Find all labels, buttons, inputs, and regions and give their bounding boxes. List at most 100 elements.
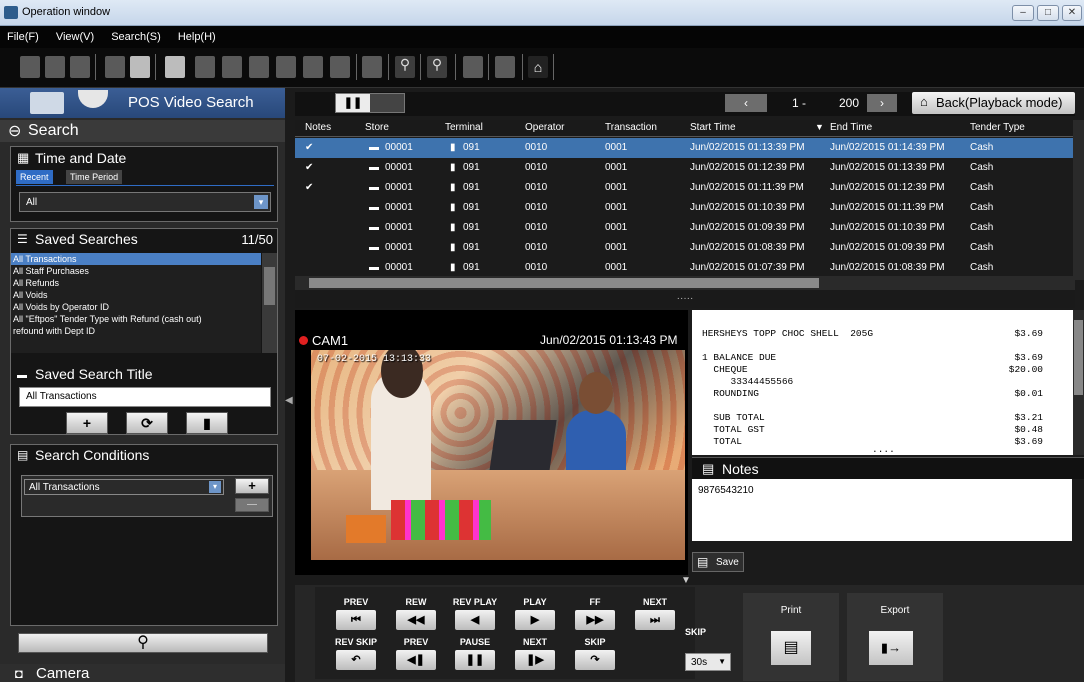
saved-search-title-input[interactable]: All Transactions (19, 387, 271, 407)
menu-file[interactable]: File(F) (0, 26, 46, 48)
tab-time-period[interactable]: Time Period (66, 170, 123, 184)
tab-recent[interactable]: Recent (16, 170, 53, 184)
minimize-button[interactable]: – (1012, 5, 1034, 21)
export-button[interactable]: ▮→ (869, 631, 913, 665)
ff-button[interactable]: ▶▶ (575, 610, 615, 630)
list-item[interactable]: All Voids by Operator ID (11, 301, 261, 313)
save-button[interactable]: ▤ Save (692, 552, 744, 572)
status-icon[interactable] (495, 56, 515, 78)
layout-full-icon[interactable] (165, 56, 185, 78)
pause-toggle[interactable]: ❚❚ (335, 93, 405, 113)
layout-grid4-icon[interactable] (195, 56, 215, 78)
list-scrollbar[interactable] (262, 253, 277, 353)
prev-frame-button[interactable]: ◀❚ (396, 650, 436, 670)
layout-grid9-icon[interactable] (222, 56, 242, 78)
pause-button[interactable]: ❚❚ (455, 650, 495, 670)
prev-button[interactable]: ⏮ (336, 610, 376, 630)
add-condition-button[interactable]: + (235, 478, 269, 494)
grid-vscrollbar[interactable] (1073, 120, 1084, 280)
table-row[interactable]: ▬ ▮ 00001 091 0010 0001 Jun/02/2015 01:09:39 P… (295, 218, 1073, 238)
column-header[interactable]: Tender Type (970, 122, 1025, 133)
grid-hscrollbar[interactable] (295, 276, 1075, 290)
play-button[interactable]: ▶ (515, 610, 555, 630)
chevron-down-icon[interactable]: ▾ (209, 481, 221, 493)
rev-play-button[interactable]: ◀ (455, 610, 495, 630)
camera-icon[interactable] (20, 56, 40, 78)
list-item[interactable]: refound with Dept ID (11, 325, 261, 337)
store-icon: ▬ (369, 242, 379, 253)
table-row[interactable]: ▬ ▮ 00001 091 0010 0001 Jun/02/2015 01:10:39 P… (295, 198, 1073, 218)
label-rew: REW (405, 597, 427, 607)
cell-tender: Cash (970, 262, 994, 273)
next-frame-button[interactable]: ❚▶ (515, 650, 555, 670)
list-item[interactable]: All Staff Purchases (11, 265, 261, 277)
splitter-handle[interactable]: ····· (295, 290, 1075, 308)
pause-icon[interactable]: ❚❚ (336, 94, 370, 112)
layout-single-active-icon[interactable] (130, 56, 150, 78)
column-header[interactable]: Start Time (690, 122, 736, 133)
menu-search[interactable]: Search(S) (104, 26, 168, 48)
list-item[interactable]: All Transactions (11, 253, 261, 265)
sort-desc-icon[interactable]: ▼ (815, 122, 824, 132)
column-header[interactable]: Notes (305, 122, 331, 133)
prev-page-button[interactable]: ‹ (725, 94, 767, 112)
time-range-select[interactable]: All ▾ (19, 192, 271, 212)
settings-icon[interactable] (463, 56, 483, 78)
list-item[interactable]: All "Eftpos" Tender Type with Refund (ca… (11, 313, 261, 325)
receipt-scrollbar[interactable] (1073, 310, 1084, 455)
chevron-down-icon[interactable]: ▾ (254, 195, 268, 209)
table-row[interactable]: ▬ ▮ 00001 091 0010 0001 Jun/02/2015 01:07:39 P… (295, 258, 1073, 278)
printer-icon[interactable] (45, 56, 65, 78)
column-header[interactable]: Terminal (445, 122, 483, 133)
table-row[interactable]: ▬ ▮ 00001 091 0010 0001 Jun/02/2015 01:08:39 P… (295, 238, 1073, 258)
print-button[interactable]: ▤ (771, 631, 811, 665)
table-row[interactable]: ▬ ▮ ✔ 00001 091 0010 0001 Jun/02/2015 01:13:39 … (295, 138, 1073, 158)
rev-skip-button[interactable]: ↶ (336, 650, 376, 670)
splitter-handle[interactable]: ···· (872, 446, 895, 455)
pager-bar: ❚❚ ‹ 1 - 200 › ⌂ Back(Playback mode) (295, 92, 1075, 116)
zoom-in-icon[interactable]: ⚲ (395, 56, 415, 78)
delete-icon[interactable]: ▮ (186, 412, 228, 434)
search-button[interactable]: ⚲ (18, 633, 268, 653)
table-row[interactable]: ▬ ▮ ✔ 00001 091 0010 0001 Jun/02/2015 01:12:39 … (295, 158, 1073, 178)
back-playback-button[interactable]: ⌂ Back(Playback mode) (912, 92, 1075, 114)
home-icon[interactable]: ⌂ (528, 56, 548, 78)
menu-view[interactable]: View(V) (49, 26, 101, 48)
table-row[interactable]: ▬ ▮ ✔ 00001 091 0010 0001 Jun/02/2015 01:11:39 … (295, 178, 1073, 198)
cell-transaction: 0001 (605, 202, 628, 213)
receipt-line: 33344455566 (702, 376, 794, 387)
column-header[interactable]: End Time (830, 122, 872, 133)
exit-icon[interactable] (70, 56, 90, 78)
sequence-icon[interactable] (362, 56, 382, 78)
maximize-button[interactable]: □ (1037, 5, 1059, 21)
layout-grid-b-icon[interactable] (303, 56, 323, 78)
layout-grid16-icon[interactable] (249, 56, 269, 78)
collapse-arrow-icon[interactable]: ◀ (285, 395, 293, 417)
cell-start: Jun/02/2015 01:09:39 PM (690, 222, 805, 233)
video-overlay-timestamp: 07-02-2015 13:13:33 (317, 354, 432, 365)
remove-condition-button[interactable]: — (235, 498, 269, 512)
layout-grid-c-icon[interactable] (330, 56, 350, 78)
layout-grid-a-icon[interactable] (276, 56, 296, 78)
condition-select[interactable]: All Transactions ▾ (24, 479, 224, 495)
close-button[interactable]: ✕ (1062, 5, 1082, 21)
next-button[interactable]: ⏭ (635, 610, 675, 630)
layout-quad-icon[interactable] (105, 56, 125, 78)
receipt-line: 1 BALANCE DUE (702, 352, 777, 363)
skip-button[interactable]: ↷ (575, 650, 615, 670)
zoom-out-icon[interactable]: ⚲ (427, 56, 447, 78)
next-page-button[interactable]: › (867, 94, 897, 112)
add-search-button[interactable]: + (66, 412, 108, 434)
camera-feed-image[interactable]: 07-02-2015 13:13:33 (311, 350, 685, 560)
column-header[interactable]: Transaction (605, 122, 657, 133)
list-item[interactable]: All Refunds (11, 277, 261, 289)
label-prev: PREV (343, 597, 369, 607)
menu-help[interactable]: Help(H) (171, 26, 223, 48)
column-header[interactable]: Operator (525, 122, 564, 133)
rew-button[interactable]: ◀◀ (396, 610, 436, 630)
notes-textarea[interactable]: 9876543210 (692, 479, 1072, 541)
skip-interval-select[interactable]: 30s ▼ (685, 653, 731, 671)
refresh-icon[interactable]: ⟳ (126, 412, 168, 434)
column-header[interactable]: Store (365, 122, 389, 133)
list-item[interactable]: All Voids (11, 289, 261, 301)
